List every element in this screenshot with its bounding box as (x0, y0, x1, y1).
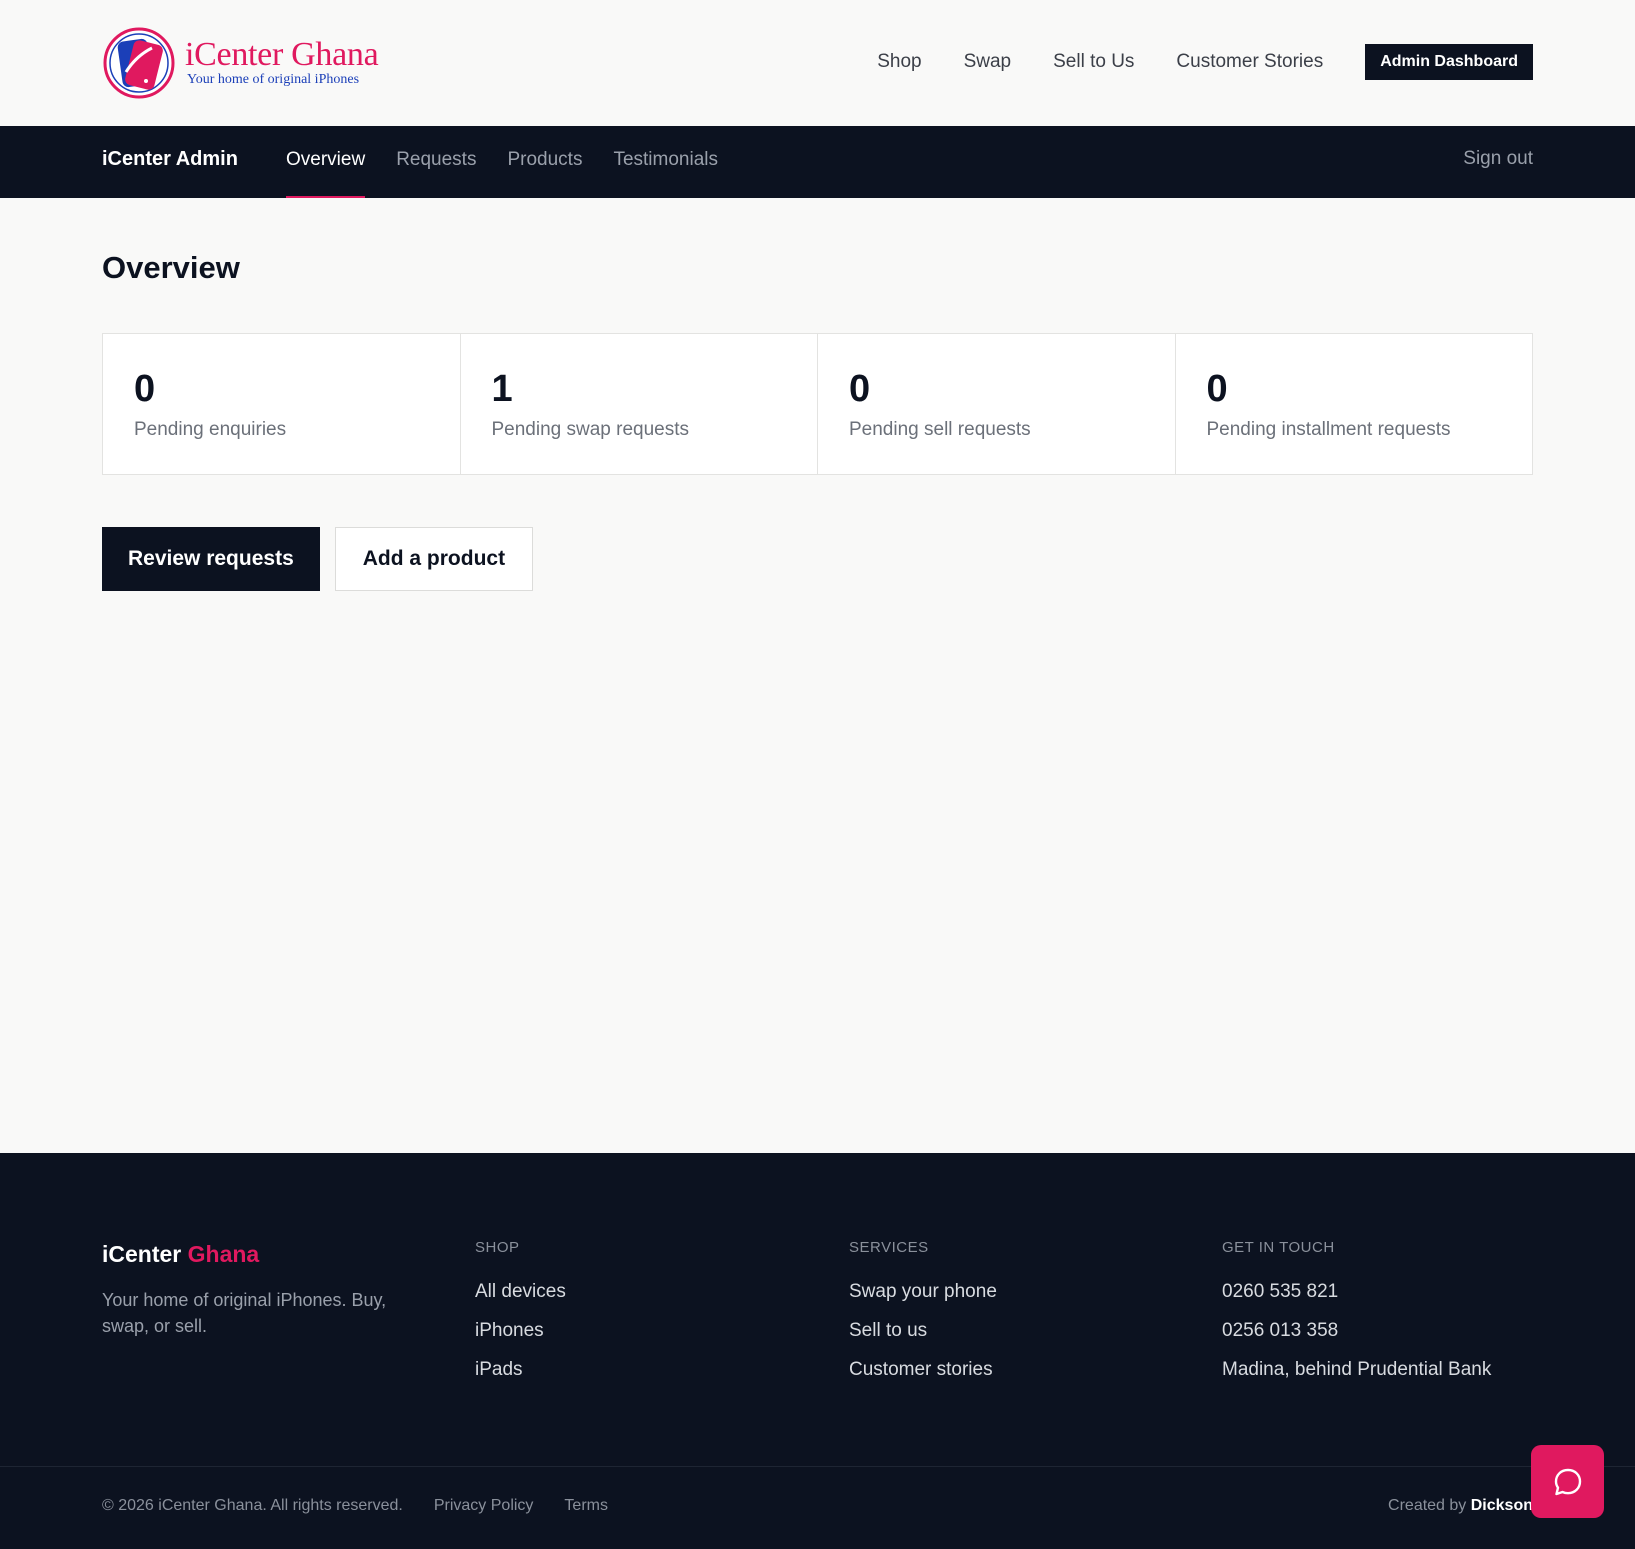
stat-card-sell: 0 Pending sell requests (818, 334, 1176, 474)
footer-col-contact: GET IN TOUCH 0260 535 821 0256 013 358 M… (1222, 1239, 1491, 1397)
footer-phone-1[interactable]: 0260 535 821 (1222, 1280, 1491, 1304)
footer-phone-2[interactable]: 0256 013 358 (1222, 1319, 1491, 1343)
footer-address: Madina, behind Prudential Bank (1222, 1359, 1492, 1380)
review-requests-button[interactable]: Review requests (102, 527, 320, 591)
main-nav: Shop Swap Sell to Us Customer Stories Ad… (877, 44, 1533, 80)
site-logo[interactable]: iCenter Ghana Your home of original iPho… (102, 25, 379, 101)
action-buttons: Review requests Add a product (102, 527, 534, 591)
copyright-text: © 2026 iCenter Ghana. All rights reserve… (102, 1497, 403, 1514)
footer-link-iphones[interactable]: iPhones (475, 1319, 566, 1343)
stat-label: Pending swap requests (491, 419, 690, 440)
stat-label: Pending sell requests (849, 419, 1031, 440)
footer-heading: SERVICES (849, 1239, 929, 1256)
nav-swap[interactable]: Swap (964, 51, 1012, 73)
logo-name: iCenter Ghana (185, 36, 379, 73)
credit-name[interactable]: Dickson (1471, 1497, 1533, 1514)
stat-label: Pending installment requests (1206, 419, 1451, 440)
tab-requests[interactable]: Requests (396, 126, 476, 198)
footer-brand: iCenter Ghana (102, 1241, 259, 1268)
footer-brand-first: iCenter (102, 1241, 182, 1267)
footer-link-swap[interactable]: Swap your phone (849, 1280, 997, 1304)
footer-brand-second: Ghana (187, 1241, 260, 1267)
page-title: Overview (102, 250, 240, 285)
stats-grid: 0 Pending enquiries 1 Pending swap reque… (102, 333, 1533, 475)
stat-card-installment: 0 Pending installment requests (1176, 334, 1533, 474)
chat-bubble-icon (1554, 1468, 1581, 1495)
admin-dashboard-button[interactable]: Admin Dashboard (1365, 44, 1533, 80)
sign-out-link[interactable]: Sign out (1463, 148, 1533, 170)
footer-heading: GET IN TOUCH (1222, 1239, 1335, 1256)
nav-customer-stories[interactable]: Customer Stories (1176, 51, 1323, 73)
footer-link-ipads[interactable]: iPads (475, 1358, 566, 1382)
admin-bar: iCenter Admin Overview Requests Products… (0, 126, 1635, 198)
stat-value: 0 (1206, 368, 1228, 410)
footer-legal: © 2026 iCenter Ghana. All rights reserve… (102, 1497, 639, 1515)
stat-label: Pending enquiries (134, 419, 287, 440)
stat-value: 1 (491, 368, 513, 410)
site-header: iCenter Ghana Your home of original iPho… (0, 0, 1635, 126)
tab-overview[interactable]: Overview (286, 126, 366, 198)
footer-heading: SHOP (475, 1239, 520, 1256)
stat-value: 0 (849, 368, 871, 410)
footer-col-services: SERVICES Swap your phone Sell to us Cust… (849, 1239, 997, 1397)
nav-sell-to-us[interactable]: Sell to Us (1053, 51, 1134, 73)
site-footer: iCenter Ghana Your home of original iPho… (0, 1153, 1635, 1549)
footer-col-shop: SHOP All devices iPhones iPads (475, 1239, 566, 1397)
iphone-logo-icon (103, 27, 175, 99)
footer-tagline: Your home of original iPhones. Buy, swap… (102, 1290, 387, 1336)
chat-button[interactable] (1531, 1445, 1604, 1518)
nav-shop[interactable]: Shop (877, 51, 921, 73)
tab-testimonials[interactable]: Testimonials (613, 126, 718, 198)
add-product-button[interactable]: Add a product (334, 527, 534, 591)
footer-link-sell[interactable]: Sell to us (849, 1319, 997, 1343)
footer-link-stories[interactable]: Customer stories (849, 1358, 997, 1382)
privacy-policy-link[interactable]: Privacy Policy (434, 1497, 534, 1515)
footer-credit: Created by Dickson (1388, 1497, 1533, 1515)
admin-title: iCenter Admin (102, 148, 238, 170)
credit-prefix: Created by (1388, 1497, 1467, 1514)
tab-products[interactable]: Products (507, 126, 582, 198)
logo-tagline: Your home of original iPhones (187, 72, 360, 87)
terms-link[interactable]: Terms (564, 1497, 608, 1515)
footer-divider (0, 1466, 1635, 1467)
stat-card-swap: 1 Pending swap requests (461, 334, 818, 474)
admin-tabs: Overview Requests Products Testimonials (286, 126, 749, 198)
stat-card-enquiries: 0 Pending enquiries (103, 334, 461, 474)
stat-value: 0 (134, 368, 156, 410)
footer-link-all-devices[interactable]: All devices (475, 1280, 566, 1304)
